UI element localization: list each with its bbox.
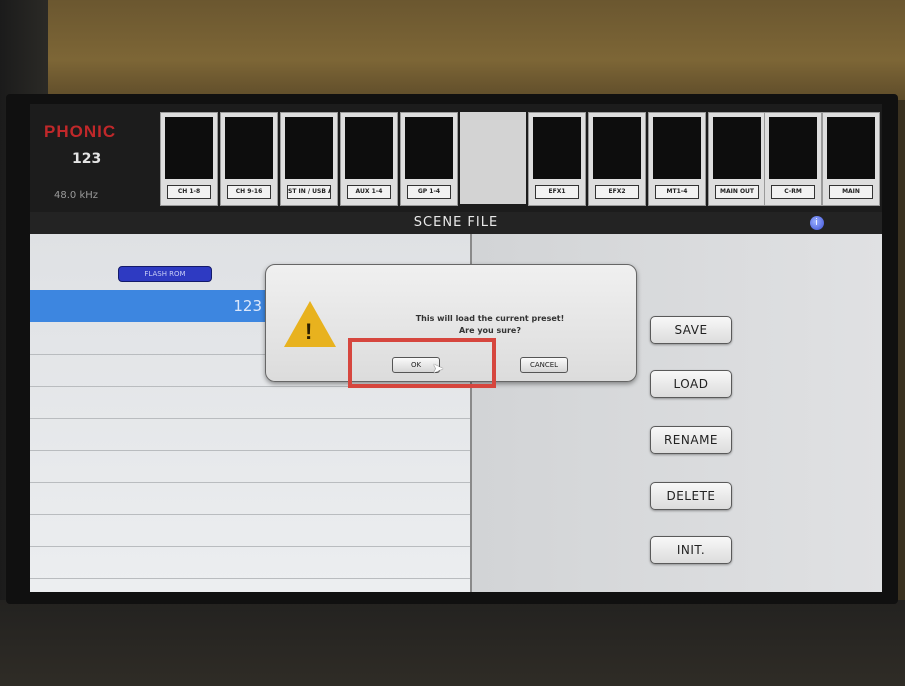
background-wall (0, 0, 905, 100)
meter-label: CH 1-8 (167, 185, 211, 199)
meter-label: MT1-4 (655, 185, 699, 199)
meter-spacer (460, 112, 526, 204)
meter-label: C-RM (771, 185, 815, 199)
meter-efx1[interactable]: EFX1 (528, 112, 586, 206)
delete-button[interactable]: DELETE (650, 482, 732, 510)
meter-label: MAIN OUT (715, 185, 759, 199)
rename-button[interactable]: RENAME (650, 426, 732, 454)
meter-mt[interactable]: MT1-4 (648, 112, 706, 206)
dialog-message: This will load the current preset! Are y… (370, 313, 610, 337)
meter-st-in[interactable]: ST IN / USB AUDIO (280, 112, 338, 206)
meter-label: CH 9-16 (227, 185, 271, 199)
meter-label: GP 1-4 (407, 185, 451, 199)
ok-highlight-box (348, 338, 496, 388)
meter-label: MAIN (829, 185, 873, 199)
meter-label: EFX2 (595, 185, 639, 199)
preset-row[interactable] (30, 482, 470, 515)
preset-row[interactable] (30, 450, 470, 483)
sample-rate: 48.0 kHz (54, 190, 99, 201)
meter-aux[interactable]: AUX 1-4 (340, 112, 398, 206)
meter-ch1-8[interactable]: CH 1-8 (160, 112, 218, 206)
brand-logo: PHONIC (44, 122, 117, 141)
warning-exclamation: ! (305, 319, 313, 344)
brand-area: PHONIC 123 48.0 kHz (30, 104, 158, 212)
meter-ch9-16[interactable]: CH 9-16 (220, 112, 278, 206)
meter-main[interactable]: MAIN (822, 112, 880, 206)
background-desk (0, 600, 905, 686)
save-button[interactable]: SAVE (650, 316, 732, 344)
load-button[interactable]: LOAD (650, 370, 732, 398)
meter-efx2[interactable]: EFX2 (588, 112, 646, 206)
preset-row[interactable] (30, 546, 470, 579)
preset-row-label: 123 (233, 297, 262, 315)
init-button[interactable]: INIT. (650, 536, 732, 564)
meter-label: AUX 1-4 (347, 185, 391, 199)
info-icon[interactable]: i (810, 216, 824, 230)
cancel-button[interactable]: CANCEL (520, 357, 568, 373)
meter-label: ST IN / USB AUDIO (287, 185, 331, 199)
meter-c-rm[interactable]: C-RM (764, 112, 822, 206)
preset-row[interactable] (30, 418, 470, 451)
flash-rom-button[interactable]: FLASH ROM (118, 266, 212, 282)
dialog-message-line2: Are you sure? (458, 326, 521, 335)
preset-row[interactable] (30, 514, 470, 547)
meter-gp[interactable]: GP 1-4 (400, 112, 458, 206)
preset-row[interactable] (30, 386, 470, 419)
meter-label: EFX1 (535, 185, 579, 199)
title-bar: SCENE FILE i (30, 212, 882, 234)
page-title: SCENE FILE (413, 215, 499, 230)
current-preset-number: 123 (72, 151, 102, 167)
dialog-message-line1: This will load the current preset! (415, 314, 565, 323)
meter-main-out[interactable]: MAIN OUT (708, 112, 766, 206)
